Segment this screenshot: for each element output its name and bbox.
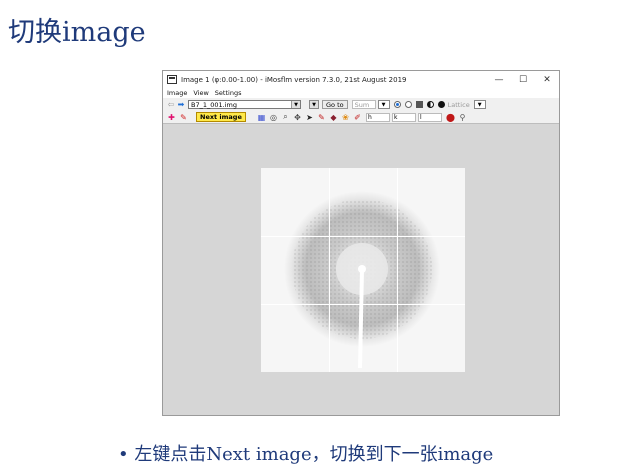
previous-image-icon[interactable]: ⇦ (166, 100, 176, 109)
black-circle-icon[interactable] (437, 101, 445, 108)
next-image-arrow-icon[interactable]: ➡ (176, 100, 186, 109)
half-circle-icon[interactable] (426, 101, 434, 108)
h-index-input[interactable]: h (366, 112, 390, 122)
grid-line-horizontal-1 (261, 236, 465, 237)
grid-line-vertical-1 (329, 168, 330, 372)
grid-line-horizontal-2 (261, 304, 465, 305)
navigation-toolbar: ⇦ ➡ B7_1_001.img ▼ ▼ Go to Sum ▼ Lattice… (163, 98, 559, 111)
eraser-icon[interactable]: ✎ (178, 113, 189, 122)
sum-input[interactable]: Sum (351, 100, 376, 109)
gray-square-icon[interactable] (415, 101, 423, 108)
bullet-text: 左键点击Next image，切换到下一张image (134, 444, 494, 465)
menu-view[interactable]: View (193, 89, 208, 97)
app-icon (167, 75, 177, 84)
go-to-button[interactable]: Go to (322, 100, 348, 109)
menu-image[interactable]: Image (167, 89, 187, 97)
diffraction-pattern (261, 168, 465, 372)
close-button[interactable]: ✕ (535, 75, 559, 85)
l-index-input[interactable]: l (418, 112, 442, 122)
window-title: Image 1 (φ:0.00-1.00) - iMosflm version … (181, 75, 407, 84)
minimize-button[interactable]: — (487, 75, 511, 85)
flower-icon[interactable]: ❀ (340, 113, 351, 122)
k-index-input[interactable]: k (392, 112, 416, 122)
zoom-icon[interactable]: ⌕ (280, 112, 291, 122)
next-image-tooltip: Next image (196, 112, 246, 122)
pointer-icon[interactable]: ➤ (304, 113, 315, 122)
grid-line-vertical-2 (397, 168, 398, 372)
maximize-button[interactable]: ☐ (511, 75, 535, 85)
image-list-dropdown-icon[interactable]: ▼ (309, 100, 319, 109)
instruction-bullet: • 左键点击Next image，切换到下一张image (118, 440, 493, 466)
image-file-value: B7_1_001.img (191, 100, 237, 109)
options-icon[interactable]: ⚲ (457, 113, 468, 122)
menu-bar: Image View Settings (163, 88, 559, 98)
bullet-marker: • (118, 444, 129, 465)
window-titlebar[interactable]: Image 1 (φ:0.00-1.00) - iMosflm version … (163, 71, 559, 88)
imosflm-image-window: Image 1 (φ:0.00-1.00) - iMosflm version … (162, 70, 560, 416)
diffraction-image[interactable] (261, 168, 465, 372)
circle-tool-icon[interactable]: ◎ (268, 113, 279, 122)
menu-settings[interactable]: Settings (215, 89, 242, 97)
lattice-label: Lattice (447, 100, 470, 109)
radio-selected-icon[interactable] (393, 101, 401, 108)
pen-icon[interactable]: ✎ (316, 113, 327, 122)
tools-toolbar: ✚ ✎ Next image ▦ ◎ ⌕ ✥ ➤ ✎ ◆ ❀ ✐ h k l ⬤… (163, 111, 559, 124)
add-icon[interactable]: ✚ (166, 113, 177, 122)
image-file-select[interactable]: B7_1_001.img ▼ (188, 100, 301, 109)
lattice-dropdown-icon[interactable]: ▼ (473, 100, 486, 109)
grid-icon[interactable]: ▦ (256, 113, 267, 122)
pan-icon[interactable]: ✥ (292, 113, 303, 122)
sum-dropdown-icon[interactable]: ▼ (377, 100, 390, 109)
stop-icon[interactable]: ⬤ (445, 113, 456, 122)
shield-icon[interactable]: ◆ (328, 113, 339, 122)
pencil-icon[interactable]: ✐ (352, 113, 363, 122)
radio-unselected-icon[interactable] (404, 101, 412, 108)
slide-title: 切换image (8, 17, 146, 48)
chevron-down-icon[interactable]: ▼ (291, 101, 300, 108)
